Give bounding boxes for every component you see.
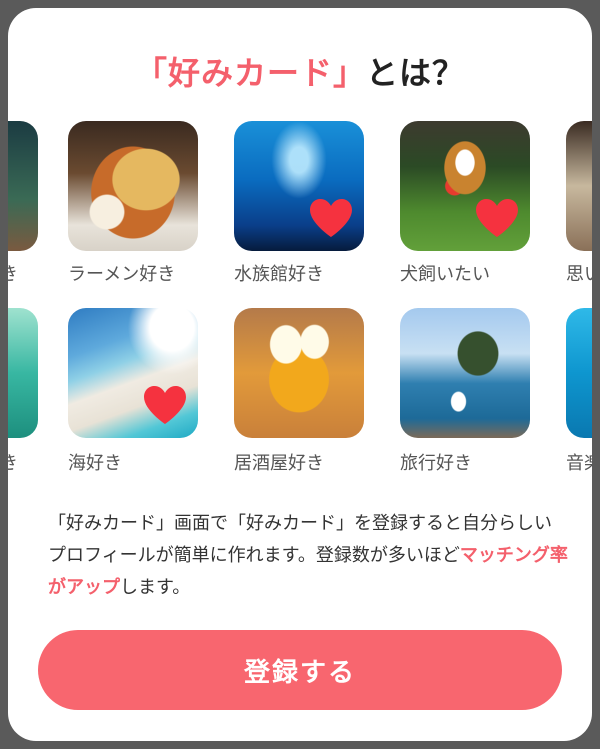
card-label-partial-left-1: き xyxy=(8,264,18,285)
description-part2: します。 xyxy=(120,577,191,598)
heart-icon xyxy=(144,386,186,424)
description-text: 「好みカード」画面で「好みカード」を登録すると自分らしいプロフィールが簡単に作れ… xyxy=(48,508,568,604)
card-label-ramen: ラーメン好き xyxy=(68,264,176,285)
card-label-izakaya: 居酒屋好き xyxy=(234,453,324,474)
card-label-partial-left-2: き xyxy=(8,453,18,474)
card-label-aquarium: 水族館好き xyxy=(234,264,324,285)
card-partial-right-1[interactable] xyxy=(566,121,592,251)
card-label-beach: 海好き xyxy=(68,453,122,474)
card-partial-right-2[interactable] xyxy=(566,308,592,438)
card-partial-left-1[interactable] xyxy=(8,121,38,251)
card-ramen[interactable] xyxy=(68,121,198,251)
heart-icon xyxy=(310,199,352,237)
card-partial-left-2[interactable] xyxy=(8,308,38,438)
card-label-partial-right-2: 音楽 xyxy=(566,453,592,474)
register-button[interactable]: 登録する xyxy=(38,630,562,710)
heart-icon xyxy=(476,199,518,237)
card-label-partial-right-1: 思い xyxy=(566,264,592,285)
card-label-dog: 犬飼いたい xyxy=(400,264,490,285)
card-travel[interactable] xyxy=(400,308,530,438)
favorite-card-modal: 「好みカード」とは？ き ラーメン好き 水族館好き 犬飼いたい 思い き xyxy=(8,8,592,741)
card-dog[interactable] xyxy=(400,121,530,251)
card-aquarium[interactable] xyxy=(234,121,364,251)
card-label-travel: 旅行好き xyxy=(400,453,472,474)
card-izakaya[interactable] xyxy=(234,308,364,438)
card-beach[interactable] xyxy=(68,308,198,438)
